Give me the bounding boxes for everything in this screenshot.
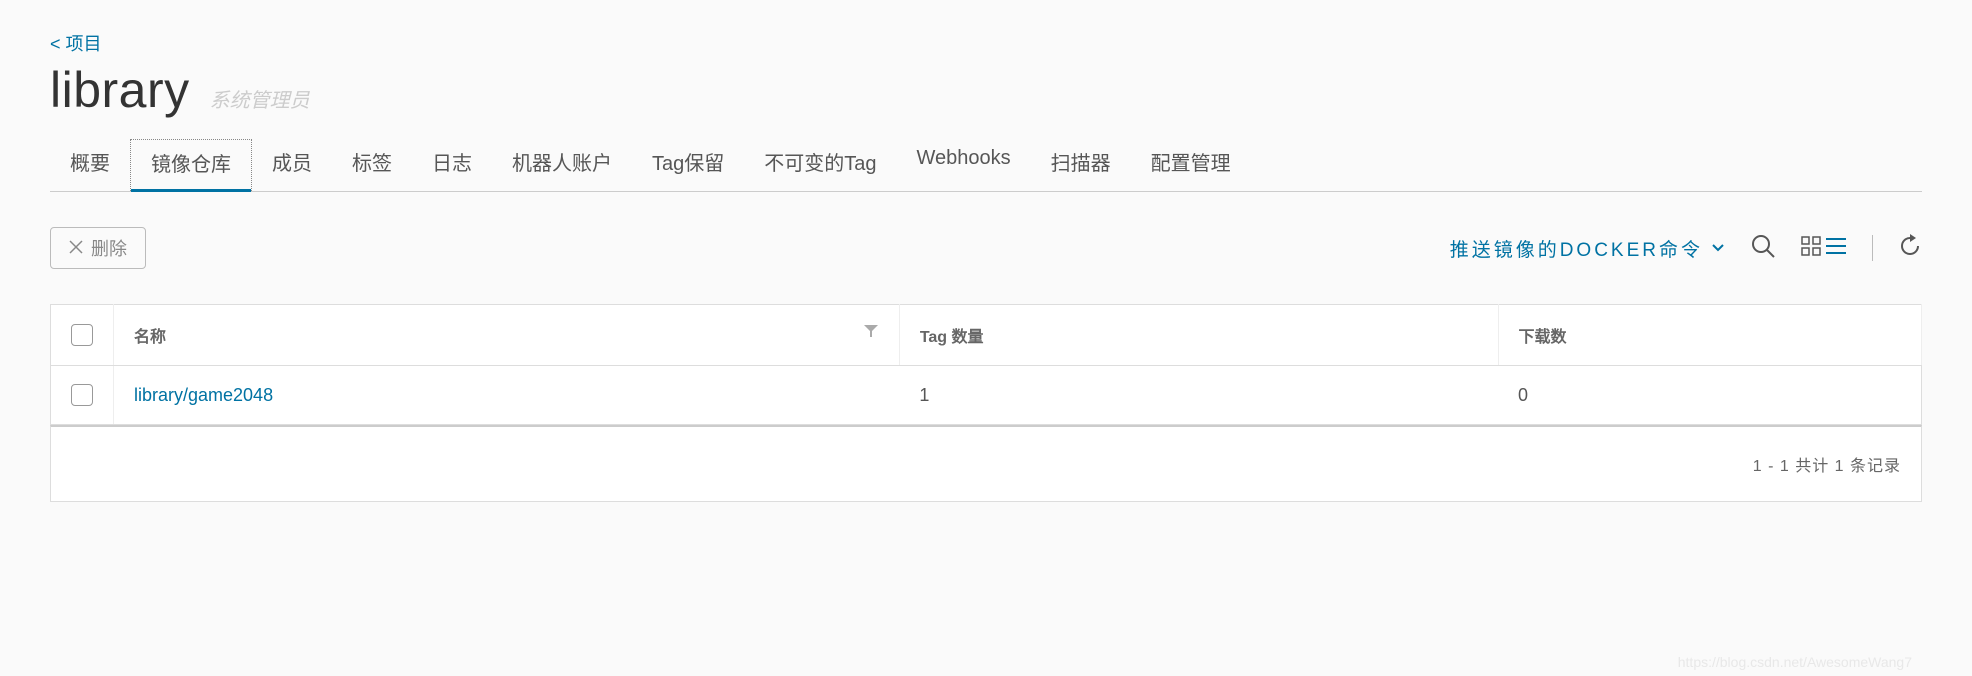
- tabs: 概要 镜像仓库 成员 标签 日志 机器人账户 Tag保留 不可变的Tag Web…: [50, 139, 1922, 192]
- close-icon: [69, 238, 83, 259]
- select-all-checkbox[interactable]: [71, 324, 93, 346]
- delete-label: 删除: [91, 235, 127, 261]
- row-tag-count: 1: [899, 366, 1498, 425]
- search-button[interactable]: [1750, 233, 1776, 264]
- tab-repositories[interactable]: 镜像仓库: [130, 139, 252, 191]
- pagination-text: 1 - 1 共计 1 条记录: [50, 425, 1922, 502]
- row-downloads: 0: [1498, 366, 1921, 425]
- delete-button[interactable]: 删除: [50, 227, 146, 269]
- table-row: library/game2048 1 0: [51, 366, 1922, 425]
- tab-config[interactable]: 配置管理: [1131, 139, 1251, 191]
- repository-table: 名称 Tag 数量 下载数 library/game2048 1 0: [50, 304, 1922, 425]
- page-title: library: [50, 61, 190, 119]
- tab-webhooks[interactable]: Webhooks: [897, 139, 1031, 191]
- refresh-icon: [1898, 234, 1922, 263]
- row-checkbox[interactable]: [71, 384, 93, 406]
- refresh-button[interactable]: [1898, 234, 1922, 263]
- filter-icon[interactable]: [863, 323, 879, 344]
- divider: [1872, 235, 1873, 261]
- row-select-cell: [51, 366, 114, 425]
- grid-view-icon: [1801, 236, 1821, 261]
- column-tag-count[interactable]: Tag 数量: [899, 305, 1498, 366]
- repository-link[interactable]: library/game2048: [134, 385, 273, 405]
- view-toggle[interactable]: [1801, 236, 1847, 261]
- column-name[interactable]: 名称: [114, 305, 900, 366]
- push-command-label: 推送镜像的DOCKER命令: [1450, 235, 1703, 262]
- chevron-down-icon: [1711, 237, 1725, 259]
- column-downloads[interactable]: 下载数: [1498, 305, 1921, 366]
- tab-logs[interactable]: 日志: [412, 139, 492, 191]
- role-label: 系统管理员: [210, 84, 310, 113]
- tab-members[interactable]: 成员: [252, 139, 332, 191]
- tab-tag-retention[interactable]: Tag保留: [632, 139, 744, 191]
- watermark: https://blog.csdn.net/AwesomeWang7: [1678, 654, 1912, 670]
- tab-scanner[interactable]: 扫描器: [1031, 139, 1131, 191]
- select-all-header: [51, 305, 114, 366]
- tab-overview[interactable]: 概要: [50, 139, 130, 191]
- list-view-icon: [1825, 236, 1847, 261]
- search-icon: [1750, 233, 1776, 264]
- tab-immutable-tag[interactable]: 不可变的Tag: [744, 139, 896, 191]
- row-name-cell: library/game2048: [114, 366, 900, 425]
- push-command-dropdown[interactable]: 推送镜像的DOCKER命令: [1450, 235, 1725, 262]
- tab-labels[interactable]: 标签: [332, 139, 412, 191]
- column-name-label: 名称: [134, 329, 166, 346]
- tab-robot-accounts[interactable]: 机器人账户: [492, 139, 632, 191]
- breadcrumb[interactable]: < 项目: [50, 30, 1922, 56]
